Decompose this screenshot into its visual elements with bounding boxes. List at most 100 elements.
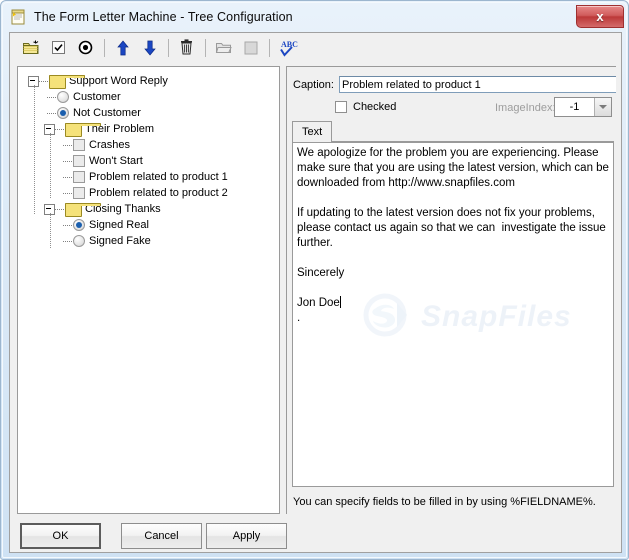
tree-node-label: Crashes [89,139,130,151]
client-area: ABC Support Word Reply Customer Not Cust… [9,32,622,553]
checkbox-icon [51,40,66,55]
caption-row: Caption: [293,76,616,93]
tab-strip: Text [292,121,614,142]
stop-button[interactable] [239,37,262,59]
ok-button[interactable]: OK [20,523,101,549]
checkbox-icon[interactable] [73,155,85,167]
tree-connector [63,240,73,242]
tree-connector [47,96,57,98]
tree-guide-line [50,213,51,249]
checked-checkbox[interactable] [335,101,347,113]
radio-icon[interactable] [57,91,69,103]
tree-connector [55,128,65,130]
tree-guide-line [34,85,35,215]
toolbar-separator [269,38,270,57]
arrow-down-icon [143,40,157,56]
tree-node-label: Signed Fake [89,235,151,247]
new-folder-icon [22,39,41,56]
caption-input[interactable] [338,76,616,93]
abc-check-icon: ABC [278,39,298,57]
close-button[interactable]: x [576,5,624,28]
editor-blank-line [297,281,609,296]
new-folder-node-button[interactable] [20,37,43,59]
toolbar-separator [205,38,206,57]
cancel-button-label: Cancel [144,530,179,542]
ok-button-label: OK [52,530,69,542]
checked-row[interactable]: Checked [335,101,396,113]
new-radio-node-button[interactable] [74,37,97,59]
checkbox-icon[interactable] [73,171,85,183]
radio-icon[interactable] [73,235,85,247]
radio-icon-selected[interactable] [57,107,69,119]
apply-button-label: Apply [232,530,261,542]
apply-button[interactable]: Apply [206,523,287,549]
editor-paragraph: Sincerely [297,267,345,279]
tree-connector [63,176,73,178]
folder-icon [65,202,101,217]
tree-connector [47,112,57,114]
text-editor[interactable]: We apologize for the problem you are exp… [292,142,614,487]
tree-node-not-customer[interactable]: Not Customer [22,105,279,121]
imageindex-label: ImageIndex: [495,102,556,114]
tree-node-label: Customer [73,91,121,103]
trash-icon [179,39,194,56]
checkbox-icon[interactable] [73,139,85,151]
delete-button[interactable] [175,37,198,59]
tab-text[interactable]: Text [292,121,333,142]
close-icon: x [596,9,604,24]
window-title: The Form Letter Machine - Tree Configura… [34,9,293,24]
application-window: The Form Letter Machine - Tree Configura… [0,0,629,560]
toolbar-separator [104,38,105,57]
tree-connector [63,192,73,194]
text-caret [339,296,341,308]
checkbox-icon[interactable] [73,187,85,199]
tree-node-signed-real[interactable]: Signed Real [22,217,279,233]
details-panel: Caption: Checked ImageIndex: -1 Text We … [286,66,616,514]
spellcheck-button[interactable]: ABC [276,37,299,59]
tree-node-crashes[interactable]: Crashes [22,137,279,153]
tree-node-problem-product-1[interactable]: Problem related to product 1 [22,169,279,185]
editor-paragraph-signature: Jon Doe [297,296,341,309]
tree-node-customer[interactable]: Customer [22,89,279,105]
move-up-button[interactable] [111,37,134,59]
notepad-icon [9,8,27,26]
move-down-button[interactable] [138,37,161,59]
tree-node-problem-product-2[interactable]: Problem related to product 2 [22,185,279,201]
tree-node-support-word-reply[interactable]: Support Word Reply [22,73,279,89]
cancel-button[interactable]: Cancel [121,523,202,549]
editor-blank-line [297,251,609,266]
title-bar: The Form Letter Machine - Tree Configura… [3,3,628,30]
tree-connector [39,80,49,82]
tree-node-label: Not Customer [73,107,141,119]
stop-square-icon [244,41,258,55]
tree-connector [63,224,73,226]
arrow-up-icon [116,39,130,56]
tree-view[interactable]: Support Word Reply Customer Not Customer [18,67,279,249]
svg-text:ABC: ABC [281,40,298,49]
radio-target-icon [78,40,93,55]
imageindex-combobox[interactable]: -1 [554,97,612,117]
tree-guide-line [50,133,51,199]
tree-node-closing-thanks[interactable]: Closing Thanks [22,201,279,217]
chevron-down-icon[interactable] [594,98,611,116]
editor-paragraph: . [297,312,301,324]
toolbar-separator [168,38,169,57]
tree-connector [63,144,73,146]
folder-icon [49,74,85,89]
radio-icon-selected[interactable] [73,219,85,231]
new-checkbox-node-button[interactable] [47,37,70,59]
toolbar: ABC [10,33,621,62]
tree-panel[interactable]: Support Word Reply Customer Not Customer [17,66,280,514]
editor-paragraph: If updating to the latest version does n… [297,207,609,249]
folder-icon [65,122,101,137]
hint-text: You can specify fields to be filled in b… [293,496,596,508]
tree-connector [63,160,73,162]
checked-label: Checked [353,101,397,113]
tree-node-signed-fake[interactable]: Signed Fake [22,233,279,249]
tree-node-their-problem[interactable]: Their Problem [22,121,279,137]
tree-node-label: Problem related to product 1 [89,171,228,183]
editor-signature-text: Jon Doe [297,297,340,309]
open-button[interactable] [212,37,235,59]
tree-node-wont-start[interactable]: Won't Start [22,153,279,169]
tree-connector [55,208,65,210]
